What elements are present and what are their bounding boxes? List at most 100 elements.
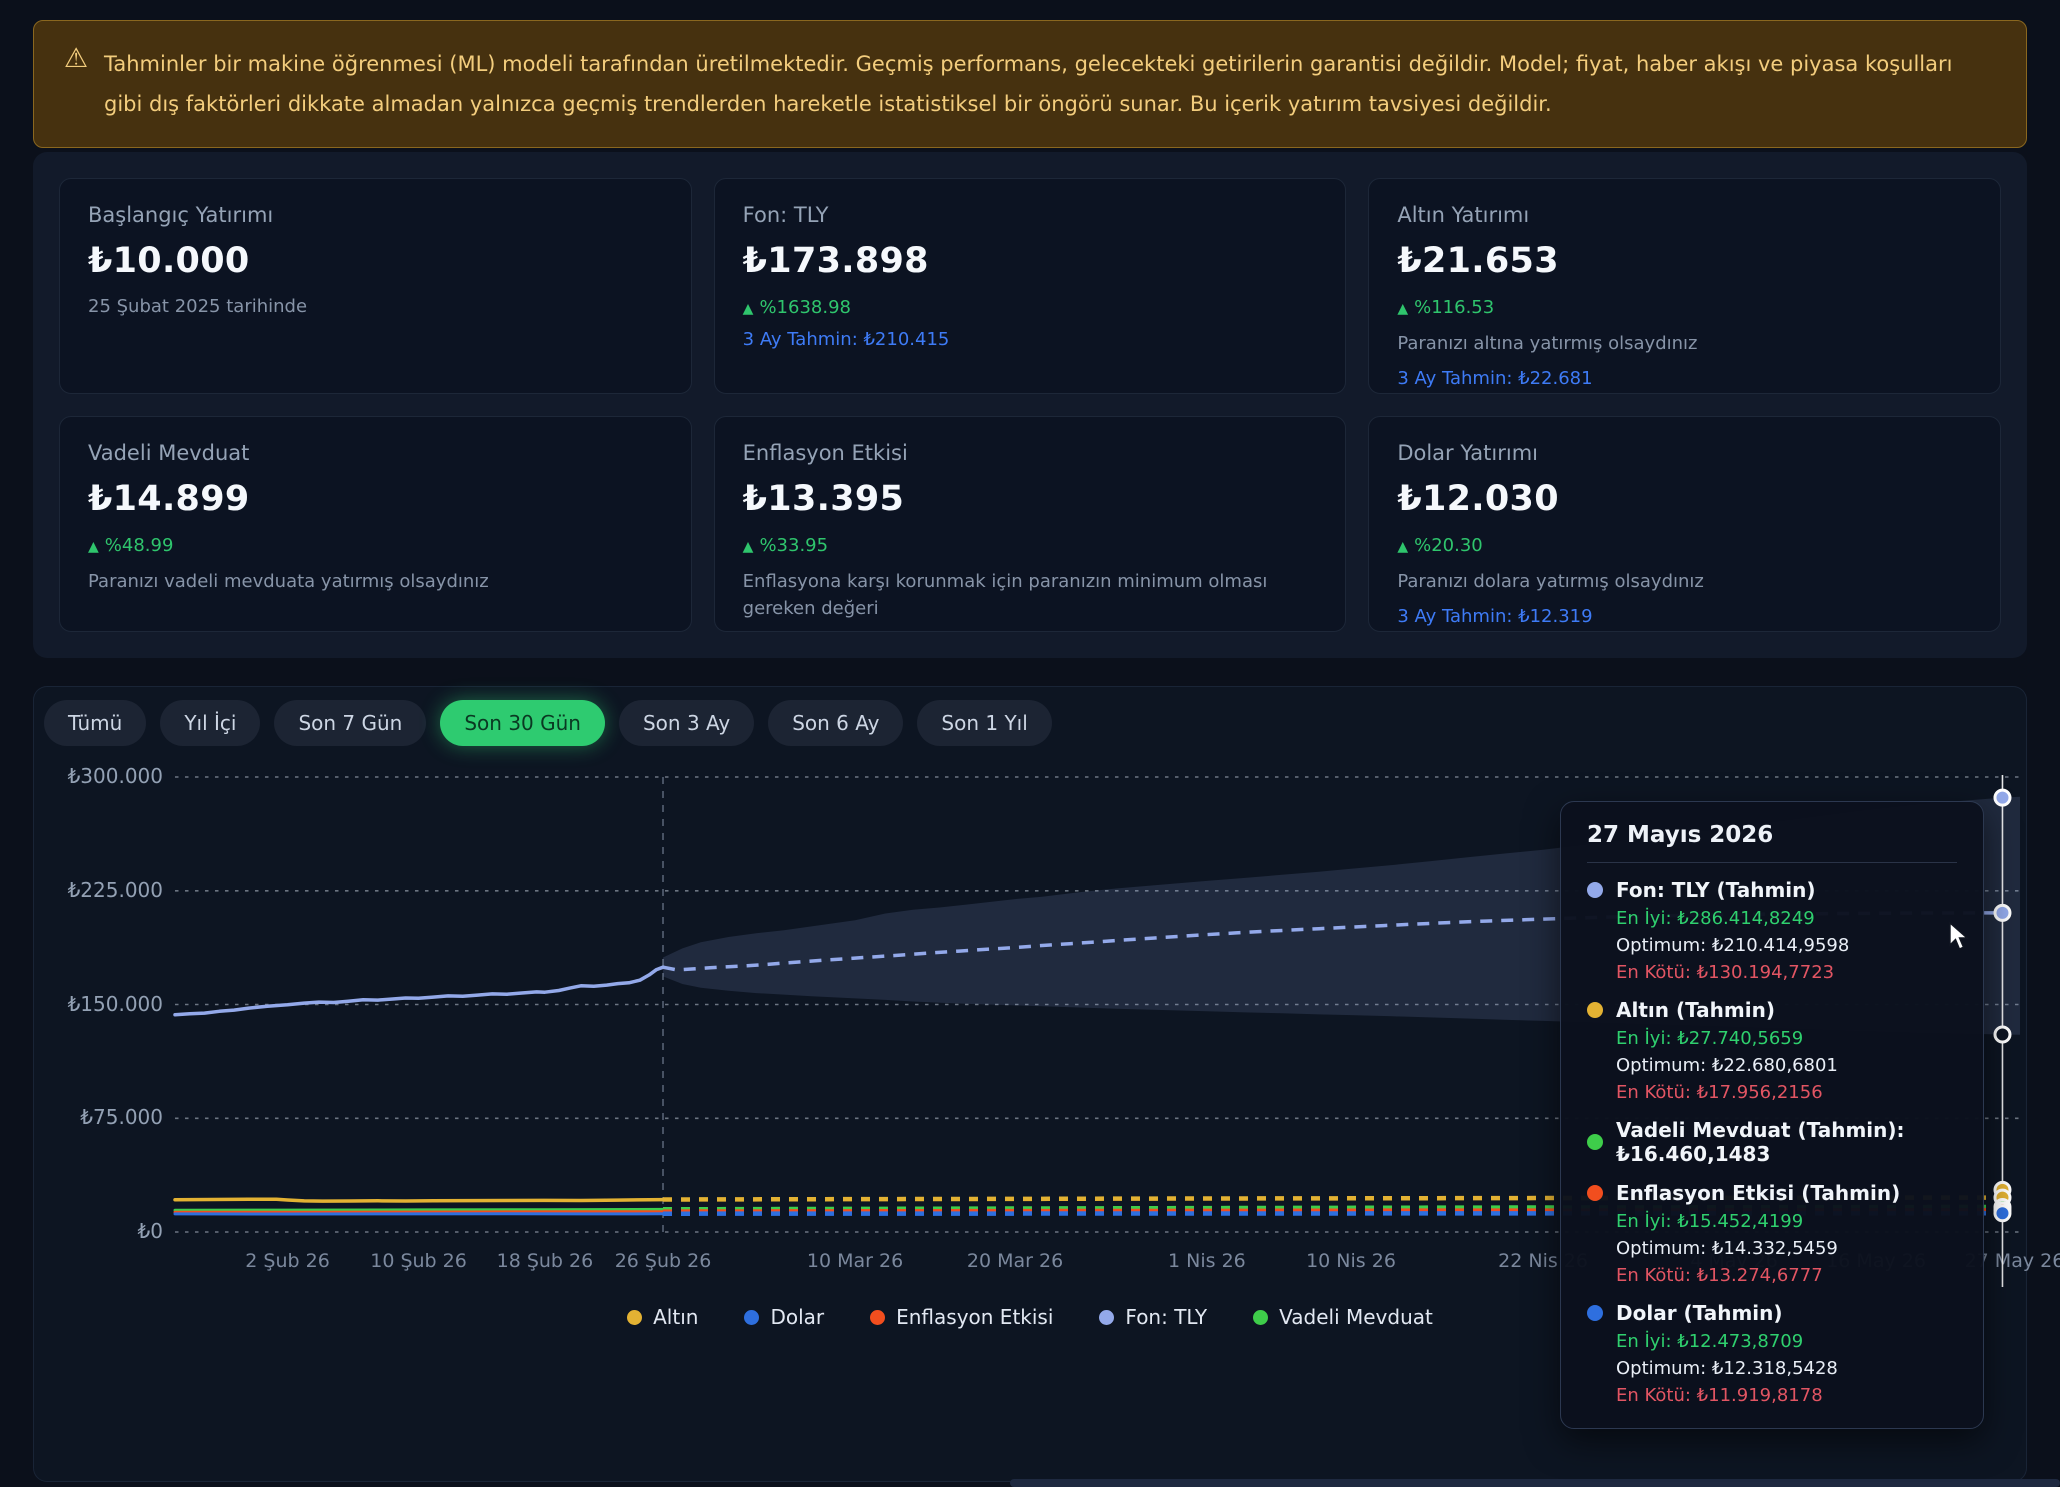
legend-dot-icon: [870, 1310, 885, 1325]
tooltip-en-i-yi-value: En İyi: ₺286.414,8249: [1616, 908, 1957, 929]
card-description: Paranızı dolara yatırmış olsaydınız: [1397, 568, 1972, 595]
dashboard-page: ⚠ Tahminler bir makine öğrenmesi (ML) mo…: [0, 0, 2060, 1487]
card-description: Paranızı vadeli mevduata yatırmış olsayd…: [88, 568, 663, 595]
card-title: Başlangıç Yatırımı: [88, 203, 663, 227]
tooltip-series-header: Fon: TLY (Tahmin): [1587, 878, 1957, 902]
stat-card-fon-tly: Fon: TLY₺173.898▲%1638.983 Ay Tahmin: ₺2…: [714, 178, 1347, 394]
x-tick-label: 18 Şub 26: [497, 1250, 594, 1272]
tooltip-section-fon-tly-tahmin: Fon: TLY (Tahmin) En İyi: ₺286.414,8249 Op…: [1587, 878, 1957, 983]
filter-yil-i-ci[interactable]: Yıl İçi: [160, 700, 260, 746]
card-value: ₺10.000: [88, 241, 663, 281]
series-dot-icon: [1587, 1185, 1603, 1201]
series-dot-icon: [1587, 1305, 1603, 1321]
card-change-value: %20.30: [1414, 535, 1483, 556]
summary-cards-panel: Başlangıç Yatırımı₺10.00025 Şubat 2025 t…: [33, 152, 2027, 658]
card-forecast-link: 3 Ay Tahmin: ₺12.319: [1397, 606, 1972, 627]
disclaimer-text: Tahminler bir makine öğrenmesi (ML) mode…: [104, 44, 1992, 124]
tooltip-series-header: Altın (Tahmin): [1587, 998, 1957, 1022]
card-change: ▲ %20.30: [1397, 535, 1972, 556]
y-tick-label: ₺300.000: [68, 764, 163, 788]
tooltip-section-dolar-tahmin: Dolar (Tahmin)En İyi: ₺12.473,8709Optimu…: [1587, 1301, 1957, 1406]
series-history-vadeli-mevduat: [175, 1209, 663, 1210]
card-title: Dolar Yatırımı: [1397, 441, 1972, 465]
y-tick-label: ₺75.000: [80, 1105, 163, 1129]
warning-icon: ⚠: [64, 45, 88, 72]
tooltip-en-kotu-value: En Kötü: ₺17.956,2156: [1616, 1082, 1957, 1103]
legend-dot-icon: [1253, 1310, 1268, 1325]
card-change-value: %33.95: [759, 535, 828, 556]
stat-card-dolar-yatirimi: Dolar Yatırımı ₺12.030 ▲ %20.30 Paranızı dol…: [1368, 416, 2001, 632]
legend-label: Altın: [653, 1305, 698, 1329]
filter-son-3-ay[interactable]: Son 3 Ay: [619, 700, 754, 746]
time-range-filters: Tümü Yıl İçi Son 7 Gün Son 30 Gün Son 3 Ay So…: [44, 700, 1052, 746]
legend-item-vadeli-mevduat[interactable]: Vadeli Mevduat: [1253, 1305, 1433, 1329]
tooltip-date: 27 Mayıs 2026: [1587, 822, 1957, 848]
legend-label: Dolar: [770, 1305, 824, 1329]
filter-tumu[interactable]: Tümü: [44, 700, 146, 746]
x-tick-label: 20 Mar 26: [967, 1250, 1063, 1272]
tooltip-section-altin-tahmin: Altın (Tahmin)En İyi: ₺27.740,5659Optimu…: [1587, 998, 1957, 1103]
up-arrow-icon: ▲: [743, 301, 754, 317]
tooltip-en-i-yi-value: En İyi: ₺15.452,4199: [1616, 1211, 1957, 1232]
tooltip-en-i-yi-value: En İyi: ₺12.473,8709: [1616, 1331, 1957, 1352]
legend-label: Enflasyon Etkisi: [896, 1305, 1053, 1329]
up-arrow-icon: ▲: [88, 539, 99, 555]
card-change: ▲ %33.95: [743, 535, 1318, 556]
legend-dot-icon: [1099, 1310, 1114, 1325]
filter-son-30-gun[interactable]: Son 30 Gün: [440, 700, 605, 746]
filter-son-6-ay[interactable]: Son 6 Ay: [768, 700, 903, 746]
series-name: Altın (Tahmin): [1616, 998, 1775, 1022]
x-tick-label: 2 Şub 26: [245, 1250, 330, 1272]
legend-item-altin[interactable]: Altın: [627, 1305, 698, 1329]
chart-tooltip: 27 Mayıs 2026 Fon: TLY (Tahmin) En İyi: ₺…: [1560, 801, 1984, 1429]
up-arrow-icon: ▲: [1397, 301, 1408, 317]
up-arrow-icon: ▲: [1397, 539, 1408, 555]
card-title: Vadeli Mevduat: [88, 441, 663, 465]
series-history-fon-tly: [175, 967, 663, 1015]
card-change-value: %1638.98: [759, 297, 851, 318]
tooltip-en-kotu-value: En Kötü: ₺11.919,8178: [1616, 1385, 1957, 1406]
series-name: Dolar (Tahmin): [1616, 1301, 1783, 1325]
series-dot-icon: [1587, 1134, 1603, 1150]
tooltip-en-i-yi-value: En İyi: ₺27.740,5659: [1616, 1028, 1957, 1049]
card-value: ₺13.395: [743, 479, 1318, 519]
card-title: Enflasyon Etkisi: [743, 441, 1318, 465]
summary-cards-grid: Başlangıç Yatırımı₺10.00025 Şubat 2025 t…: [59, 178, 2001, 632]
tooltip-series-header: Enflasyon Etkisi (Tahmin): [1587, 1181, 1957, 1205]
card-value: ₺12.030: [1397, 479, 1972, 519]
series-dot-icon: [1587, 882, 1603, 898]
legend-dot-icon: [627, 1310, 642, 1325]
stat-card-enflasyon-etkisi: Enflasyon Etkisi₺13.395▲%33.95Enflasyona…: [714, 416, 1347, 632]
ml-disclaimer-banner: ⚠ Tahminler bir makine öğrenmesi (ML) mo…: [33, 20, 2027, 148]
mouse-cursor: [1948, 922, 1974, 952]
legend-item-enflasyon-etkisi[interactable]: Enflasyon Etkisi: [870, 1305, 1053, 1329]
filter-son-1-yil[interactable]: Son 1 Yıl: [917, 700, 1051, 746]
data-point-marker: [1995, 790, 2010, 805]
horizontal-scrollbar-thumb[interactable]: [1010, 1479, 2060, 1487]
series-name: Fon: TLY (Tahmin): [1616, 878, 1816, 902]
tooltip-en-kotu-value: En Kötü: ₺130.194,7723: [1616, 962, 1957, 983]
filter-son-7-gun[interactable]: Son 7 Gün: [274, 700, 426, 746]
x-tick-label: 26 Şub 26: [615, 1250, 712, 1272]
series-dot-icon: [1587, 1002, 1603, 1018]
card-change-value: %48.99: [105, 535, 174, 556]
stat-card-baslangic-yatirimi: Başlangıç Yatırımı₺10.00025 Şubat 2025 t…: [59, 178, 692, 394]
legend-item-fon-tly[interactable]: Fon: TLY: [1099, 1305, 1207, 1329]
card-value: ₺14.899: [88, 479, 663, 519]
y-tick-label: ₺225.000: [68, 878, 163, 902]
card-description: Paranızı altına yatırmış olsaydınız: [1397, 330, 1972, 357]
data-point-marker: [1995, 905, 2010, 920]
card-change: ▲ %48.99: [88, 535, 663, 556]
y-tick-label: ₺150.000: [68, 992, 163, 1016]
series-name: Vadeli Mevduat (Tahmin): ₺16.460,1483: [1616, 1118, 1957, 1166]
legend-item-dolar[interactable]: Dolar: [744, 1305, 824, 1329]
up-arrow-icon: ▲: [743, 539, 754, 555]
tooltip-series-header: Dolar (Tahmin): [1587, 1301, 1957, 1325]
tooltip-optimum-value: Optimum: ₺210.414,9598: [1616, 935, 1957, 956]
series-name: Enflasyon Etkisi (Tahmin): [1616, 1181, 1900, 1205]
x-tick-label: 1 Nis 26: [1168, 1250, 1246, 1272]
y-tick-label: ₺0: [138, 1219, 163, 1243]
tooltip-series-header: Vadeli Mevduat (Tahmin): ₺16.460,1483: [1587, 1118, 1957, 1166]
series-history-enflasyon-etkisi: [175, 1212, 663, 1213]
card-title: Fon: TLY: [743, 203, 1318, 227]
